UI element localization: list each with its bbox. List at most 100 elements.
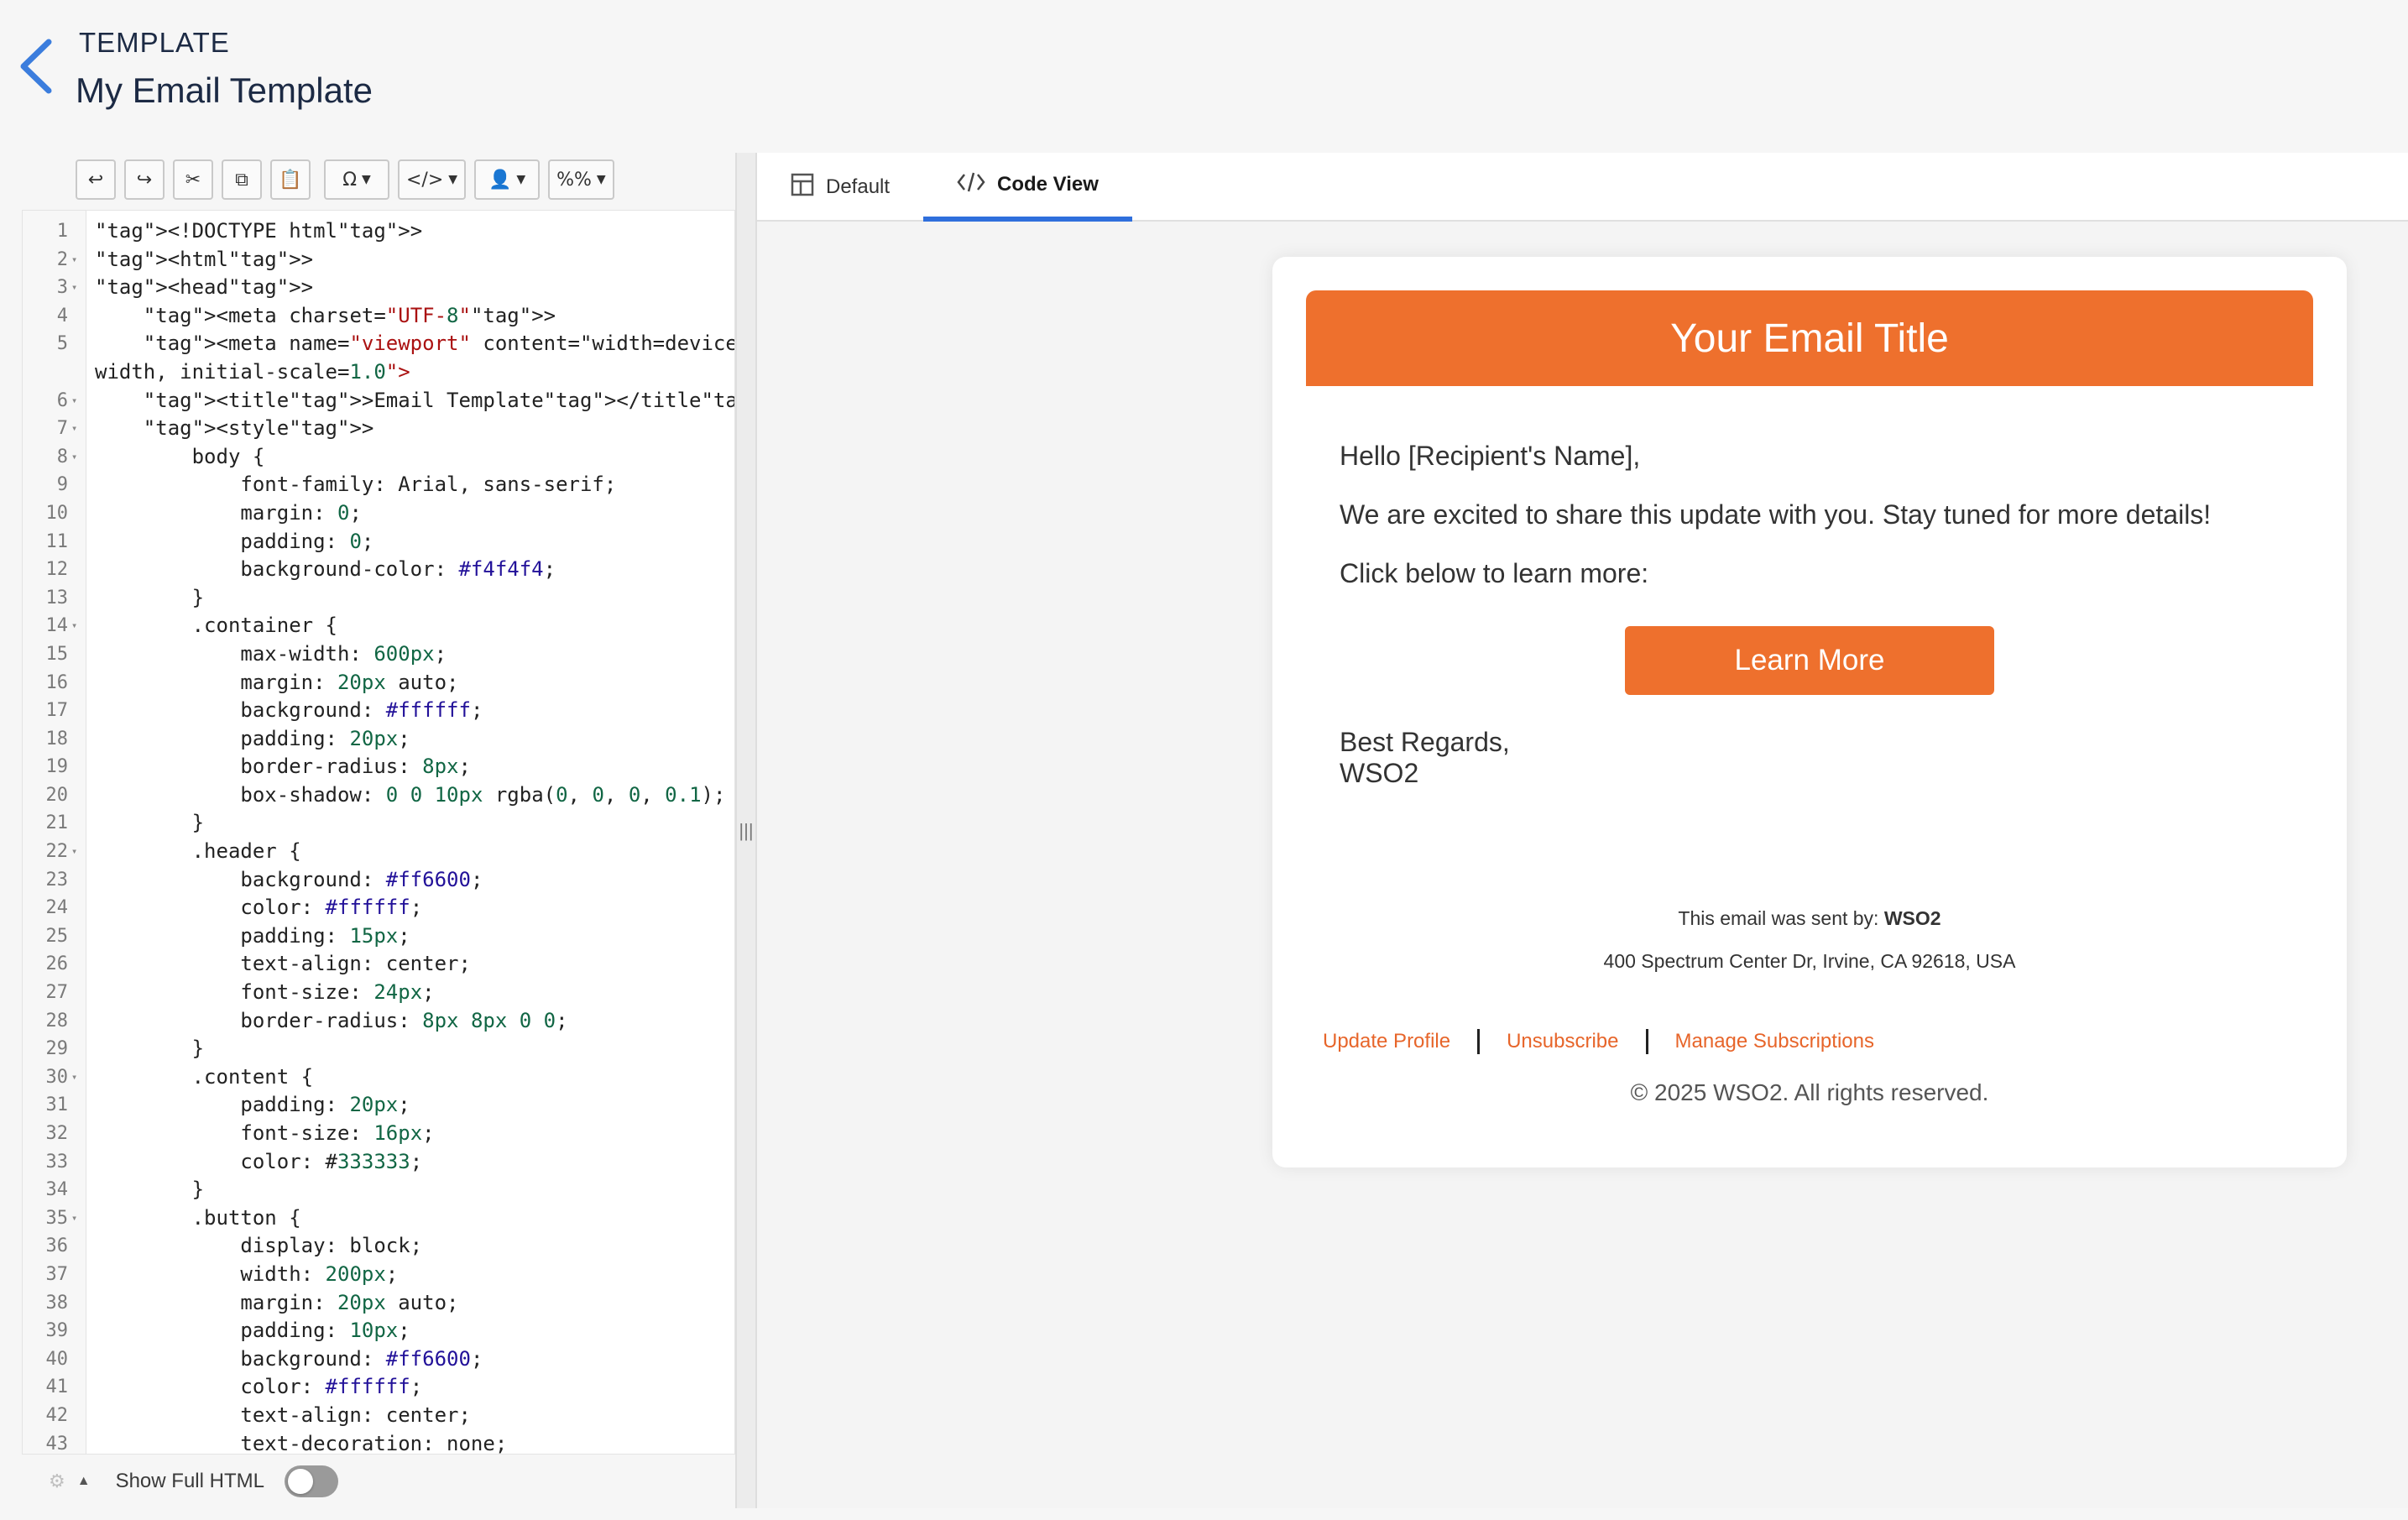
code-text: "tag"><html"tag">> <box>95 247 314 271</box>
line-number: 34 <box>45 1179 69 1201</box>
signature-line-2: WSO2 <box>1340 758 1419 788</box>
code-line: 30 ▾ .content { <box>23 1063 734 1092</box>
line-number: 42 <box>45 1404 69 1426</box>
update-profile-link[interactable]: Update Profile <box>1323 1030 1450 1053</box>
code-text: } <box>95 1178 205 1202</box>
code-line: 8 ▾ body { <box>23 443 734 472</box>
code-line: 10 margin: 0; <box>23 499 734 528</box>
line-number: 5 <box>56 333 68 355</box>
tab-code-view[interactable]: Code View <box>923 153 1132 222</box>
chevron-left-icon <box>20 39 52 94</box>
code-line: 17 background: #ffffff; <box>23 697 734 725</box>
fold-toggle-icon[interactable]: ▾ <box>71 1063 77 1092</box>
show-full-html-toggle[interactable] <box>284 1465 338 1497</box>
paste-button[interactable]: 📋 <box>270 159 311 200</box>
code-line: 26 text-align: center; <box>23 950 734 979</box>
code-line: 40 background: #ff6600; <box>23 1345 734 1374</box>
line-number: 30 <box>45 1066 69 1088</box>
user-icon: 👤 <box>488 169 512 191</box>
redo-button[interactable]: ↪ <box>124 159 165 200</box>
fold-toggle-icon[interactable]: ▾ <box>71 1204 77 1233</box>
user-attribute-dropdown[interactable]: 👤 ▼ <box>474 159 541 200</box>
caret-up-icon[interactable]: ▲ <box>77 1474 91 1489</box>
line-number: 3 <box>56 277 68 299</box>
copyright-text: © 2025 WSO2. All rights reserved. <box>1630 1079 1989 1105</box>
code-line: 13 } <box>23 584 734 613</box>
code-line: 23 background: #ff6600; <box>23 866 734 895</box>
copy-button[interactable]: ⧉ <box>222 159 262 200</box>
caret-down-icon: ▼ <box>448 173 458 186</box>
fold-toggle-icon[interactable]: ▾ <box>71 838 77 866</box>
code-text: text-decoration: none; <box>95 1431 508 1455</box>
code-text: font-size: 16px; <box>95 1121 435 1145</box>
code-line: 39 padding: 10px; <box>23 1317 734 1345</box>
code-line: 14 ▾ .container { <box>23 612 734 640</box>
line-number: 38 <box>45 1292 69 1314</box>
code-text: "tag"><!DOCTYPE html"tag">> <box>95 219 423 243</box>
fold-toggle-icon[interactable]: ▾ <box>71 387 77 415</box>
tab-default[interactable]: Default <box>757 153 923 222</box>
line-number: 10 <box>45 502 69 524</box>
code-icon <box>957 171 985 198</box>
code-line: 34 } <box>23 1176 734 1204</box>
code-text: "tag"><meta charset="UTF-8""tag">> <box>143 303 556 327</box>
line-number: 17 <box>45 700 69 722</box>
code-line: 12 background-color: #f4f4f4; <box>23 556 734 584</box>
line-number: 14 <box>45 615 69 637</box>
pane-resize-handle[interactable]: ||| <box>735 153 757 1508</box>
fold-toggle-icon[interactable]: ▾ <box>71 443 77 472</box>
code-line: 7 ▾ "tag"><style"tag">> <box>23 415 734 443</box>
code-line: width, initial-scale=1.0"> <box>23 358 734 387</box>
line-number: 4 <box>56 305 68 326</box>
line-number: 37 <box>45 1263 69 1285</box>
undo-button[interactable]: ↩ <box>76 159 116 200</box>
page-label: TEMPLATE <box>79 27 230 58</box>
code-text: display: block; <box>95 1234 423 1258</box>
divider <box>1645 1029 1648 1054</box>
code-line: 9 font-family: Arial, sans-serif; <box>23 471 734 499</box>
fold-toggle-icon[interactable]: ▾ <box>71 612 77 640</box>
gear-icon[interactable]: ⚙ <box>49 1470 65 1492</box>
code-text: "tag"><head"tag">> <box>95 275 314 300</box>
address-text: 400 Spectrum Center Dr, Irvine, CA 92618… <box>1603 950 2016 972</box>
sent-by-text: This email was sent by: WSO2 <box>1272 907 2347 930</box>
manage-subscriptions-link[interactable]: Manage Subscriptions <box>1675 1030 1874 1053</box>
special-characters-dropdown[interactable]: Ω ▼ <box>324 159 389 200</box>
paste-icon: 📋 <box>279 169 302 191</box>
code-text: padding: 20px; <box>95 726 410 750</box>
email-signature: Best Regards, WSO2 <box>1340 727 1510 789</box>
code-snippet-dropdown[interactable]: </> ▼ <box>398 159 467 200</box>
caret-down-icon: ▼ <box>362 173 371 186</box>
code-line: 36 display: block; <box>23 1232 734 1261</box>
line-number: 18 <box>45 728 69 750</box>
line-number: 24 <box>45 897 69 919</box>
code-text: } <box>95 811 205 835</box>
code-line: 21 } <box>23 809 734 838</box>
code-line: 38 margin: 20px auto; <box>23 1289 734 1318</box>
code-textarea[interactable]: 1 "tag"><!DOCTYPE html"tag">> 2 ▾ "tag"><htm… <box>22 210 735 1455</box>
unsubscribe-link[interactable]: Unsubscribe <box>1507 1030 1618 1053</box>
placeholder-dropdown[interactable]: %% ▼ <box>548 159 614 200</box>
tab-code-view-label: Code View <box>997 173 1099 196</box>
code-text: color: #ffffff; <box>95 1375 423 1399</box>
code-editor-pane: ↩ ↪ ✂ ⧉ 📋 Ω ▼ </> ▼ 👤 ▼ %% ▼ 1 "tag"><!DOCTYP… <box>22 153 735 1508</box>
caret-down-icon: ▼ <box>516 173 526 186</box>
fold-toggle-icon[interactable]: ▾ <box>71 274 77 302</box>
tab-default-label: Default <box>826 175 891 198</box>
fold-toggle-icon[interactable]: ▾ <box>71 246 77 274</box>
code-text: .container { <box>95 614 337 638</box>
code-text: padding: 0; <box>95 529 374 553</box>
line-number: 19 <box>45 756 69 778</box>
code-line: 5 "tag"><meta name="viewport" content="w… <box>23 330 734 358</box>
cut-button[interactable]: ✂ <box>173 159 213 200</box>
fold-toggle-icon[interactable]: ▾ <box>71 415 77 443</box>
code-icon: </> <box>406 169 444 191</box>
line-number: 25 <box>45 925 69 947</box>
back-button[interactable] <box>15 37 57 96</box>
code-line: 29 } <box>23 1035 734 1063</box>
learn-more-button[interactable]: Learn More <box>1625 626 1994 695</box>
line-number: 26 <box>45 953 69 975</box>
line-number: 41 <box>45 1376 69 1398</box>
line-number: 6 <box>56 389 68 411</box>
code-line: 1 "tag"><!DOCTYPE html"tag">> <box>23 217 734 246</box>
